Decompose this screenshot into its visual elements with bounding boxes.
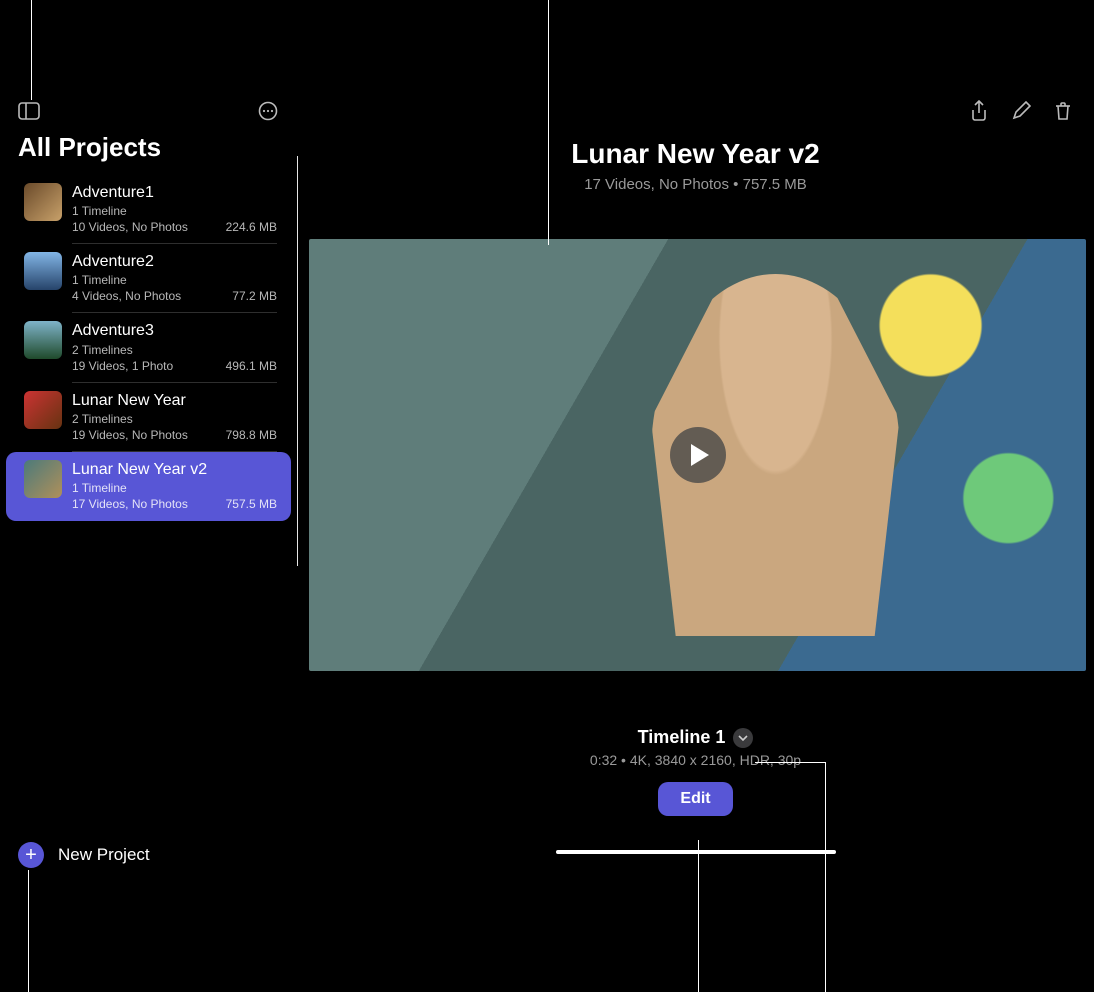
edit-pencil-icon[interactable] (1010, 100, 1032, 122)
project-subtitle: 17 Videos, No Photos • 757.5 MB (297, 176, 1094, 193)
project-size: 496.1 MB (226, 359, 277, 373)
project-list: Adventure1 1 Timeline 10 Videos, No Phot… (0, 175, 297, 828)
callout-line (755, 762, 825, 763)
project-text: Lunar New Year 2 Timelines 19 Videos, No… (72, 391, 277, 442)
main-toolbar (297, 100, 1094, 138)
new-project-label: New Project (58, 845, 150, 865)
callout-line (297, 156, 298, 566)
project-timelines: 2 Timelines (72, 410, 277, 428)
project-item[interactable]: Adventure3 2 Timelines 19 Videos, 1 Phot… (6, 313, 291, 382)
project-title: Lunar New Year v2 (297, 138, 1094, 170)
app-window: All Projects Adventure1 1 Timeline 10 Vi… (0, 78, 1094, 888)
project-item[interactable]: Adventure1 1 Timeline 10 Videos, No Phot… (6, 175, 291, 244)
project-name: Lunar New Year v2 (72, 460, 277, 479)
project-item[interactable]: Lunar New Year v2 1 Timeline 17 Videos, … (6, 452, 291, 521)
project-size: 798.8 MB (226, 428, 277, 442)
sidebar-toolbar (0, 100, 297, 132)
timeline-metadata: 0:32 • 4K, 3840 x 2160, HDR, 30p (297, 752, 1094, 768)
project-timelines: 1 Timeline (72, 202, 277, 220)
project-name: Lunar New Year (72, 391, 277, 410)
project-size: 224.6 MB (226, 220, 277, 234)
project-thumbnail (24, 391, 62, 429)
project-text: Adventure1 1 Timeline 10 Videos, No Phot… (72, 183, 277, 234)
project-thumbnail (24, 252, 62, 290)
edit-button[interactable]: Edit (658, 782, 732, 816)
project-media: 19 Videos, No Photos (72, 428, 188, 442)
timeline-selector[interactable]: Timeline 1 (638, 727, 754, 748)
chevron-down-icon (733, 728, 753, 748)
project-name: Adventure2 (72, 252, 277, 271)
callout-line (825, 762, 826, 992)
callout-line (28, 870, 29, 992)
project-media: 19 Videos, 1 Photo (72, 359, 173, 373)
project-thumbnail (24, 183, 62, 221)
video-preview[interactable] (309, 239, 1086, 671)
project-media: 17 Videos, No Photos (72, 497, 188, 511)
callout-line (698, 840, 699, 992)
project-size: 77.2 MB (232, 289, 277, 303)
project-media: 10 Videos, No Photos (72, 220, 188, 234)
plus-icon: + (18, 842, 44, 868)
main-pane: Lunar New Year v2 17 Videos, No Photos •… (297, 78, 1094, 888)
project-size: 757.5 MB (226, 497, 277, 511)
share-icon[interactable] (968, 100, 990, 122)
project-timelines: 1 Timeline (72, 479, 277, 497)
timeline-name: Timeline 1 (638, 727, 726, 748)
new-project-button[interactable]: + New Project (0, 828, 297, 888)
callout-line (31, 0, 32, 100)
project-name: Adventure1 (72, 183, 277, 202)
project-name: Adventure3 (72, 321, 277, 340)
timeline-section: Timeline 1 0:32 • 4K, 3840 x 2160, HDR, … (297, 727, 1094, 854)
project-thumbnail (24, 321, 62, 359)
sidebar: All Projects Adventure1 1 Timeline 10 Vi… (0, 78, 297, 888)
project-timelines: 1 Timeline (72, 271, 277, 289)
play-button[interactable] (670, 427, 726, 483)
sidebar-title: All Projects (0, 132, 297, 175)
project-text: Adventure3 2 Timelines 19 Videos, 1 Phot… (72, 321, 277, 372)
project-item[interactable]: Adventure2 1 Timeline 4 Videos, No Photo… (6, 244, 291, 313)
sidebar-toggle-icon[interactable] (18, 100, 40, 122)
more-options-icon[interactable] (257, 100, 279, 122)
home-indicator (556, 850, 836, 854)
callout-line (548, 0, 549, 245)
project-thumbnail (24, 460, 62, 498)
edit-button-label: Edit (680, 790, 710, 807)
project-media: 4 Videos, No Photos (72, 289, 181, 303)
project-item[interactable]: Lunar New Year 2 Timelines 19 Videos, No… (6, 383, 291, 452)
project-text: Lunar New Year v2 1 Timeline 17 Videos, … (72, 460, 277, 511)
project-text: Adventure2 1 Timeline 4 Videos, No Photo… (72, 252, 277, 303)
trash-icon[interactable] (1052, 100, 1074, 122)
project-timelines: 2 Timelines (72, 341, 277, 359)
